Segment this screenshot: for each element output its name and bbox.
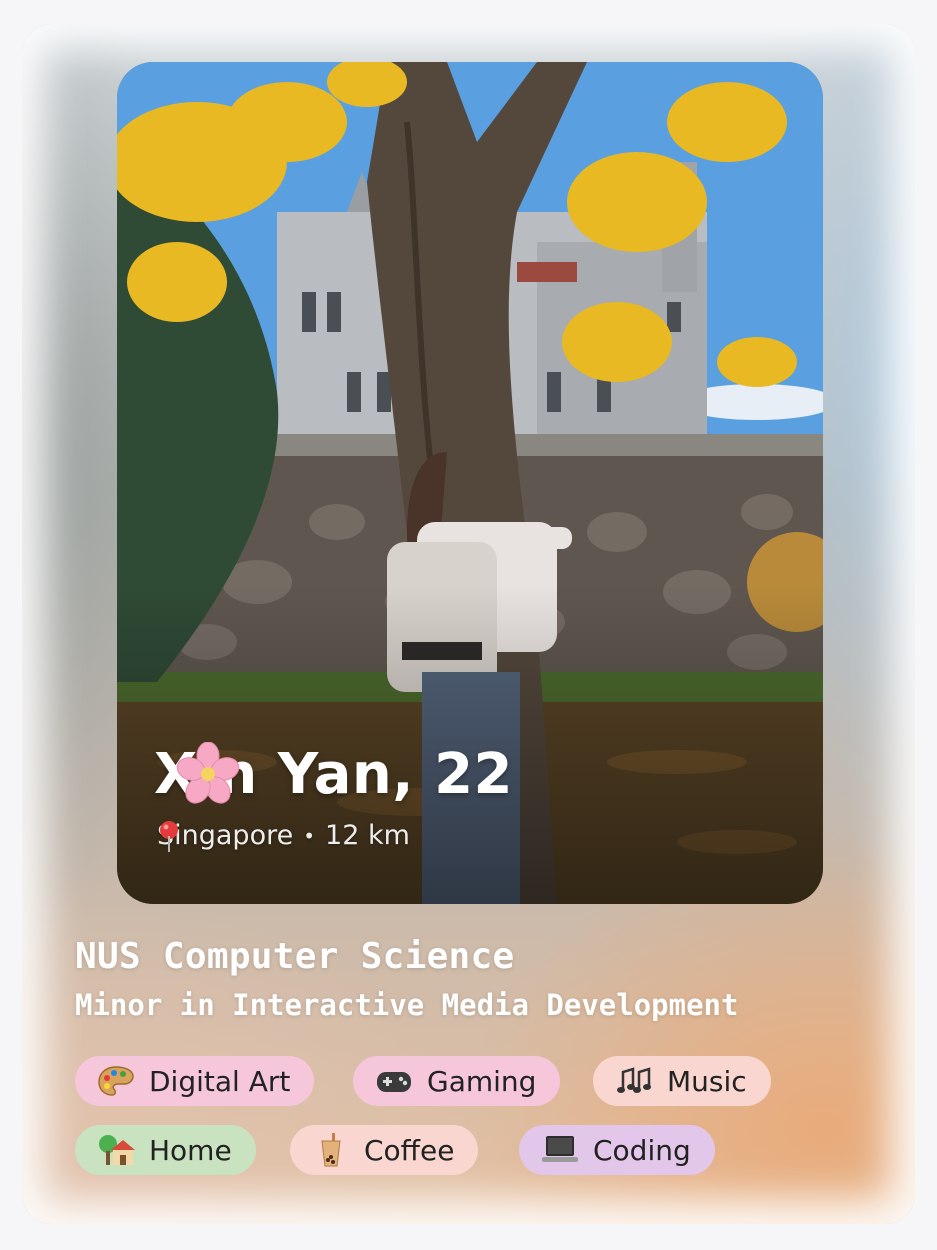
education-major: NUS Computer Science <box>75 936 515 977</box>
bubble-tea-icon <box>321 1133 341 1167</box>
tag-coffee[interactable]: Coffee <box>290 1125 479 1175</box>
house-icon <box>99 1135 135 1165</box>
tag-label: Home <box>149 1133 232 1167</box>
profile-card[interactable]: Xin Yan, 22 Singapore • 12 km NUS Comput… <box>22 24 915 1224</box>
location-pin-icon <box>160 821 178 852</box>
tag-label: Gaming <box>427 1064 537 1098</box>
location-separator: • <box>303 823 316 848</box>
tag-home[interactable]: Home <box>75 1125 256 1175</box>
tag-label: Coding <box>593 1133 691 1167</box>
game-controller-icon <box>377 1072 411 1092</box>
laptop-icon <box>542 1136 578 1162</box>
location-row: Singapore • 12 km <box>157 820 410 852</box>
education-minor: Minor in Interactive Media Development <box>75 988 739 1022</box>
palette-icon <box>98 1066 134 1096</box>
tag-coding[interactable]: Coding <box>519 1125 715 1175</box>
tag-label: Coffee <box>364 1133 455 1167</box>
profile-photo[interactable]: Xin Yan, 22 Singapore • 12 km <box>117 62 823 904</box>
tag-digital-art[interactable]: Digital Art <box>75 1056 315 1106</box>
tag-label: Music <box>667 1064 747 1098</box>
cherry-blossom-icon <box>176 742 240 804</box>
tag-label: Digital Art <box>149 1064 291 1098</box>
location-distance: 12 km <box>325 820 410 851</box>
tag-music[interactable]: Music <box>593 1056 771 1106</box>
music-notes-icon <box>617 1067 651 1093</box>
name-age-heading: Xin Yan, 22 <box>154 742 513 807</box>
tag-gaming[interactable]: Gaming <box>353 1056 561 1106</box>
